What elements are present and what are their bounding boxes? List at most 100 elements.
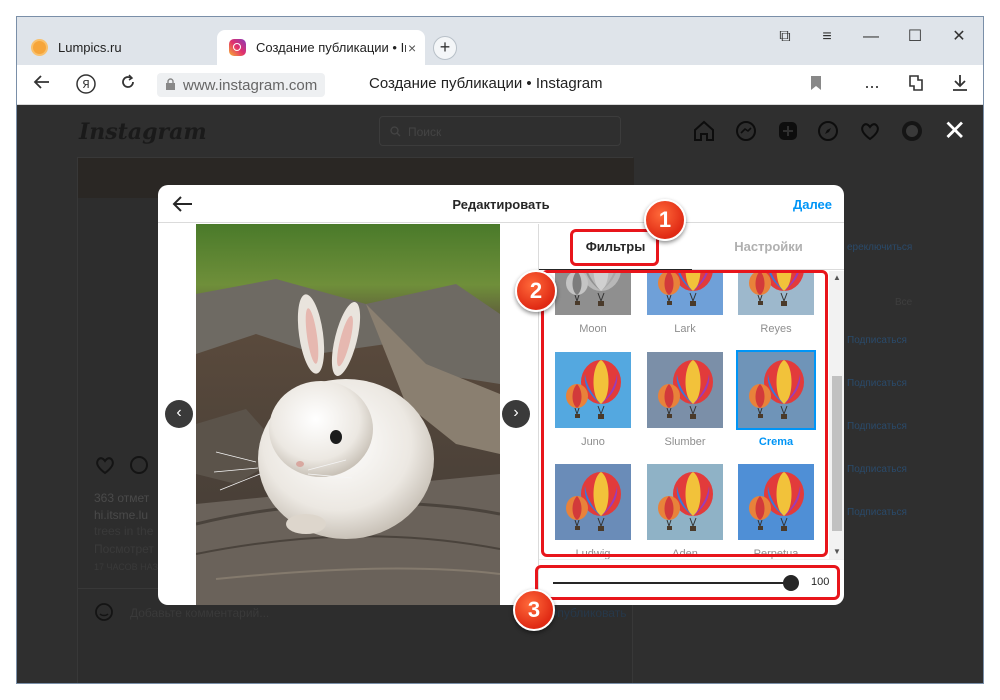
intensity-slider-handle[interactable]: [783, 575, 799, 591]
address-bar: Я www.instagram.com Создание публикации …: [17, 65, 983, 105]
filter-name: Crema: [758, 436, 794, 448]
filter-option[interactable]: Slumber: [647, 352, 723, 450]
scroll-down-icon[interactable]: ▼: [833, 547, 841, 557]
filter-thumbnail[interactable]: [647, 464, 723, 540]
maximize-button[interactable]: ☐: [901, 25, 929, 49]
filter-name: Juno: [581, 436, 605, 448]
comment-input[interactable]: Добавьте комментарий...: [130, 606, 269, 620]
filter-thumbnail[interactable]: [736, 350, 816, 430]
instagram-logo: Instagram: [79, 119, 207, 145]
filter-thumbnail[interactable]: [738, 464, 814, 540]
edit-panel: Фильтры Настройки Moon Lark Reyes Juno Slumb…: [538, 224, 844, 605]
post-author[interactable]: hi.itsme.lu: [94, 508, 148, 522]
filter-option[interactable]: Aden: [647, 464, 723, 559]
filter-name: Reyes: [760, 323, 792, 335]
minimize-button[interactable]: —: [857, 25, 885, 49]
filter-name: Ludwig: [575, 548, 611, 559]
avatar[interactable]: [901, 120, 923, 142]
reload-icon[interactable]: [115, 73, 141, 97]
modal-header: Редактировать Далее: [158, 185, 844, 223]
bookmark-icon[interactable]: [803, 73, 829, 97]
see-all-link[interactable]: Все: [895, 297, 912, 308]
filter-option[interactable]: Moon: [555, 271, 631, 337]
tab-bar: Lumpics.ru Создание публикации • Instagr…: [17, 17, 983, 65]
photo-preview: [196, 224, 500, 605]
emoji-icon[interactable]: [94, 602, 114, 622]
search-icon: [390, 126, 401, 137]
close-window-button[interactable]: ✕: [945, 25, 973, 49]
edit-tabs: Фильтры Настройки: [539, 224, 844, 270]
filter-option[interactable]: Ludwig: [555, 464, 631, 559]
annotation-badge-2: 2: [515, 270, 557, 312]
yandex-icon[interactable]: Я: [73, 73, 99, 97]
post-time: 17 ЧАСОВ НАЗ: [94, 562, 158, 572]
download-icon[interactable]: [947, 73, 973, 97]
instagram-icon: [229, 39, 246, 56]
filter-grid: Moon Lark Reyes Juno Slumber Crema Ludwig Aden P…: [539, 271, 829, 559]
filter-thumbnail[interactable]: [555, 271, 631, 315]
tab-settings[interactable]: Настройки: [692, 224, 844, 270]
search-input[interactable]: Поиск: [379, 116, 621, 146]
tab-label: Lumpics.ru: [58, 40, 122, 55]
extensions-icon[interactable]: [903, 73, 929, 97]
rabbit-photo: [196, 224, 500, 605]
messenger-icon[interactable]: [735, 120, 757, 142]
filter-thumbnail[interactable]: [555, 352, 631, 428]
scroll-up-icon[interactable]: ▲: [833, 273, 841, 283]
filter-option[interactable]: Reyes: [738, 271, 814, 337]
tab-label: Создание публикации • Instagram: [256, 40, 406, 55]
switch-account-link[interactable]: ереключиться: [847, 242, 912, 253]
bookmarks-panel-icon[interactable]: ⧉: [771, 25, 799, 49]
filter-name: Lark: [674, 323, 696, 335]
filter-option[interactable]: Crema: [736, 350, 816, 450]
view-comments-link[interactable]: Посмотрет: [94, 542, 154, 556]
back-arrow-icon[interactable]: [29, 73, 55, 97]
close-icon[interactable]: ✕: [943, 117, 966, 145]
follow-link[interactable]: Подписаться: [847, 464, 907, 475]
prev-photo-button[interactable]: ‹: [165, 400, 193, 428]
filter-option[interactable]: Perpetua: [738, 464, 814, 559]
follow-link[interactable]: Подписаться: [847, 378, 907, 389]
intensity-value: 100: [811, 576, 830, 588]
next-button[interactable]: Далее: [793, 197, 832, 212]
filter-thumbnail[interactable]: [738, 271, 814, 315]
follow-link[interactable]: Подписаться: [847, 421, 907, 432]
new-post-icon[interactable]: [777, 120, 799, 142]
browser-window: Lumpics.ru Создание публикации • Instagr…: [16, 16, 984, 684]
more-button[interactable]: ...: [859, 73, 885, 97]
lumpics-orange-icon: [31, 39, 48, 56]
like-icon[interactable]: [94, 455, 116, 475]
url-field[interactable]: www.instagram.com: [157, 73, 326, 97]
tab-instagram-active[interactable]: Создание публикации • Instagram ×: [217, 30, 425, 65]
menu-icon[interactable]: ≡: [813, 25, 841, 49]
filter-thumbnail[interactable]: [555, 464, 631, 540]
svg-text:Я: Я: [82, 78, 90, 91]
tab-lumpics[interactable]: Lumpics.ru: [17, 30, 217, 65]
next-photo-button[interactable]: ›: [502, 400, 530, 428]
filter-option[interactable]: Juno: [555, 352, 631, 450]
filter-thumbnail[interactable]: [647, 271, 723, 315]
comment-icon[interactable]: [128, 455, 150, 475]
post-caption: trees in the: [94, 524, 154, 538]
filter-thumbnail[interactable]: [647, 352, 723, 428]
publish-button[interactable]: Опубликовать: [548, 606, 626, 620]
home-icon[interactable]: [693, 120, 715, 142]
scroll-thumb[interactable]: [832, 376, 842, 531]
modal-title: Редактировать: [452, 197, 550, 212]
page-title: Создание публикации • Instagram: [369, 75, 603, 92]
filter-name: Perpetua: [753, 548, 799, 559]
annotation-badge-3: 3: [513, 589, 555, 631]
follow-link[interactable]: Подписаться: [847, 507, 907, 518]
url-text: www.instagram.com: [183, 76, 318, 94]
filter-name: Aden: [672, 548, 698, 559]
explore-icon[interactable]: [817, 120, 839, 142]
tab-close-icon[interactable]: ×: [408, 40, 416, 56]
edit-modal: Редактировать Далее ‹ › Фильтры Настройк…: [158, 185, 844, 605]
intensity-slider-track[interactable]: [553, 582, 793, 584]
filter-scrollbar[interactable]: ▲ ▼: [829, 271, 844, 559]
heart-icon[interactable]: [859, 120, 881, 142]
new-tab-button[interactable]: +: [433, 36, 457, 60]
filter-option[interactable]: Lark: [647, 271, 723, 337]
filter-name: Slumber: [664, 436, 706, 448]
follow-link[interactable]: Подписаться: [847, 335, 907, 346]
